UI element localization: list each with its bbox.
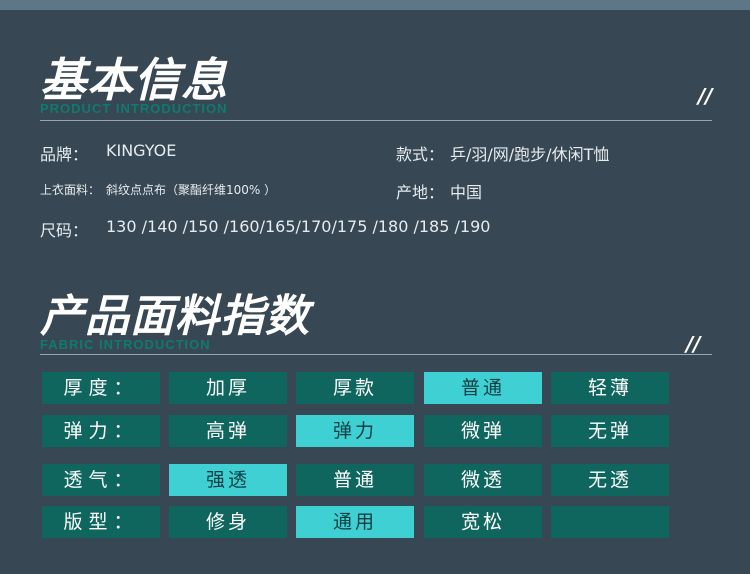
elasticity-option-high[interactable]: 高弹 (169, 415, 287, 447)
section-basic-info-divider (40, 120, 712, 121)
brand-value: KINGYOE (106, 141, 177, 160)
thickness-option-heavy[interactable]: 厚款 (296, 372, 414, 404)
fit-option-slim[interactable]: 修身 (169, 506, 287, 538)
fit-option-regular[interactable]: 通用 (296, 506, 414, 538)
section-basic-info-subtitle: PRODUCT INTRODUCTION (40, 101, 228, 116)
section-fabric-index-subtitle: FABRIC INTRODUCTION (40, 337, 211, 352)
origin-value: 中国 (450, 183, 483, 202)
fit-option-loose[interactable]: 宽松 (424, 506, 542, 538)
breathability-option-none[interactable]: 无透 (551, 464, 669, 496)
size-label: 尺码： (40, 221, 89, 240)
section-fabric-index-title: 产品面料指数 (40, 291, 310, 342)
style-label: 款式： (396, 145, 445, 164)
breathability-option-normal[interactable]: 普通 (296, 464, 414, 496)
section-fabric-index-slash-mark: // (686, 332, 701, 356)
size-value: 130 /140 /150 /160/165/170/175 /180 /185… (106, 217, 491, 236)
section-basic-info-slash-mark: // (698, 84, 713, 108)
fabric-label: 上衣面料： (40, 183, 101, 197)
breathability-option-strong[interactable]: 强透 (169, 464, 287, 496)
breathability-option-slight[interactable]: 微透 (424, 464, 542, 496)
style-value: 乒/羽/网/跑步/休闲T恤 (450, 145, 610, 164)
breathability-label: 透气： (42, 464, 160, 496)
thickness-option-thin[interactable]: 轻薄 (551, 372, 669, 404)
fabric-value: 斜纹点点布（聚酯纤维100% ） (106, 183, 277, 197)
brand-label: 品牌： (40, 145, 89, 164)
elasticity-option-stretch[interactable]: 弹力 (296, 415, 414, 447)
elasticity-option-slight[interactable]: 微弹 (424, 415, 542, 447)
fit-option-empty (551, 506, 669, 538)
fit-label: 版型： (42, 506, 160, 538)
elasticity-label: 弹力： (42, 415, 160, 447)
top-strip (0, 0, 750, 10)
thickness-option-thick[interactable]: 加厚 (169, 372, 287, 404)
origin-label: 产地： (396, 183, 445, 202)
thickness-option-normal[interactable]: 普通 (424, 372, 542, 404)
elasticity-option-none[interactable]: 无弹 (551, 415, 669, 447)
thickness-label: 厚度： (42, 372, 160, 404)
section-fabric-index-divider (40, 354, 712, 355)
